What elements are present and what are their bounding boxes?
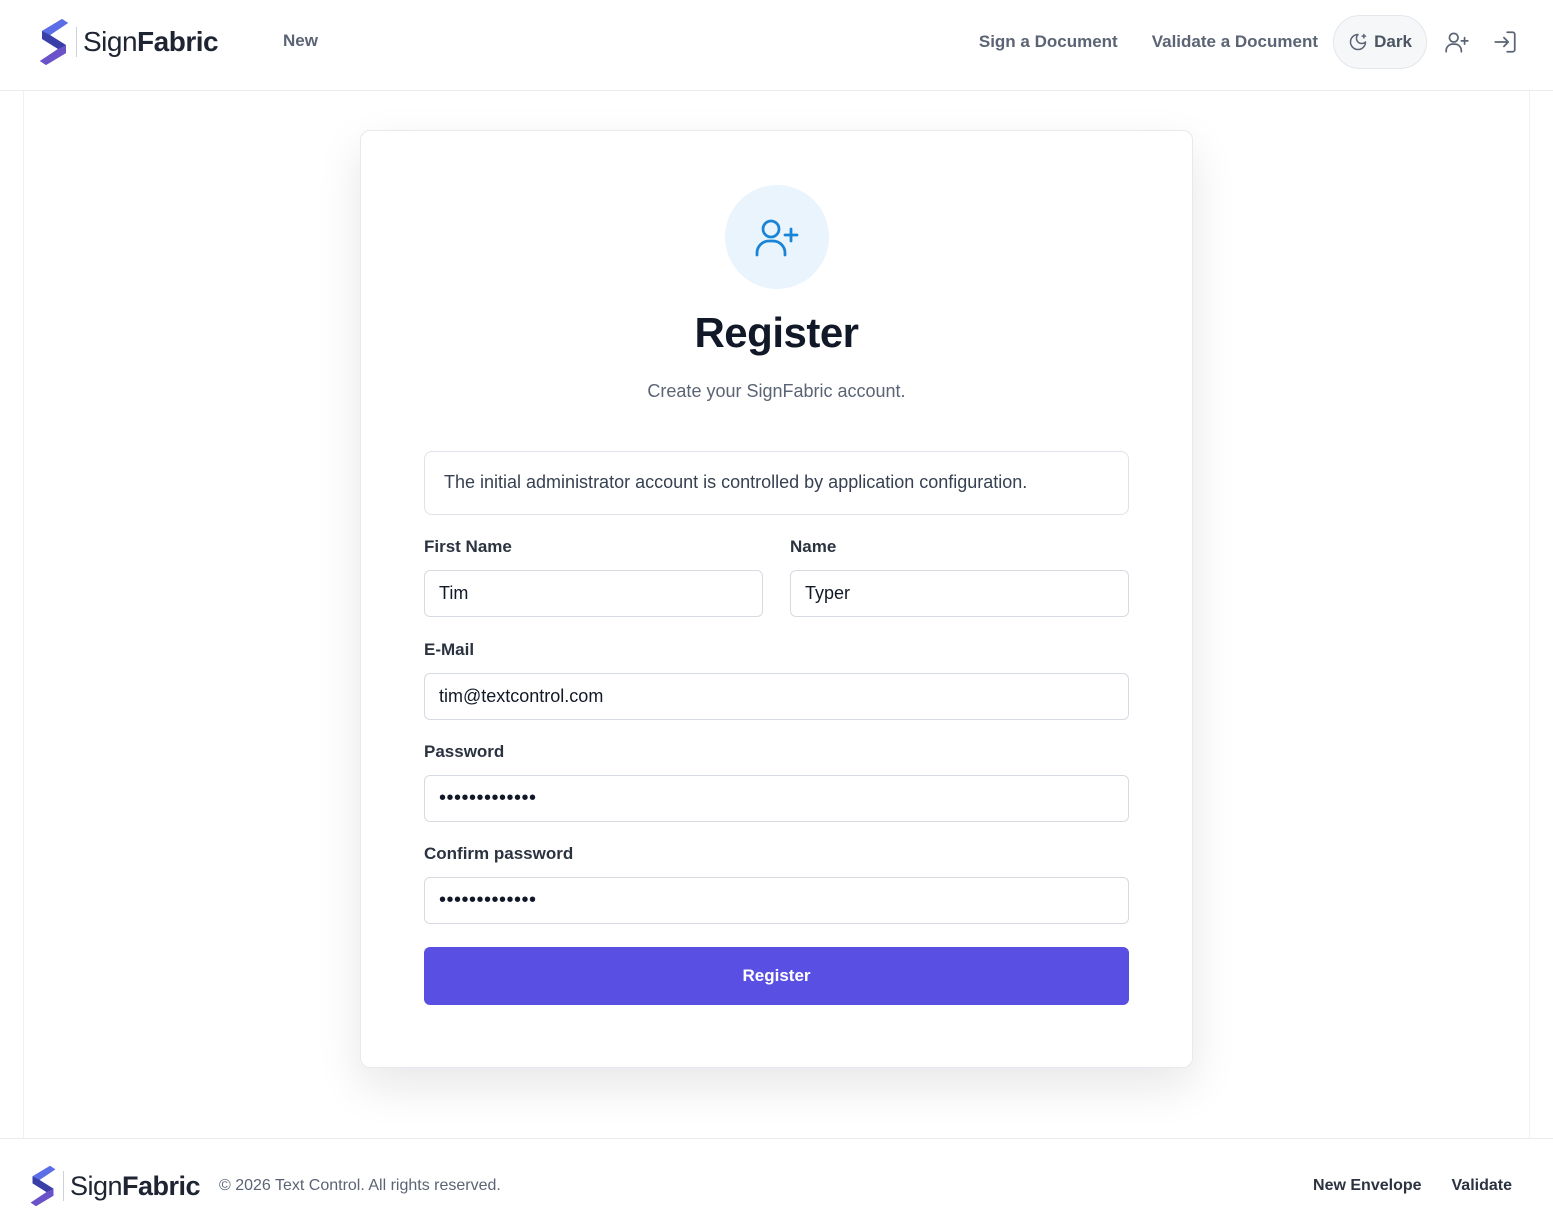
register-nav-button[interactable] [1443, 28, 1471, 56]
footer: SignFabric © 2026 Text Control. All righ… [0, 1138, 1553, 1223]
dark-mode-toggle[interactable]: Dark [1333, 15, 1427, 69]
nav-validate-document-link[interactable]: Validate a Document [1152, 32, 1318, 52]
first-name-input[interactable]: Tim [424, 570, 763, 617]
admin-notice: The initial administrator account is con… [424, 451, 1129, 515]
confirm-password-label: Confirm password [424, 844, 574, 863]
register-submit-button[interactable]: Register [424, 947, 1129, 1005]
moon-stars-icon [1349, 33, 1367, 51]
brand-divider [63, 1171, 64, 1201]
nav-new-link[interactable]: New [283, 31, 318, 51]
nav-right: Sign a Document Validate a Document Dark [979, 15, 1519, 69]
signfabric-logo-mark-icon [30, 1165, 56, 1207]
register-avatar [725, 185, 829, 289]
brand-divider [76, 27, 77, 57]
footer-validate-link[interactable]: Validate [1452, 1177, 1512, 1195]
copyright-text: © 2026 Text Control. All rights reserved… [219, 1177, 501, 1194]
footer-brand-logo[interactable]: SignFabric [29, 1163, 201, 1209]
login-nav-button[interactable] [1491, 28, 1519, 56]
dark-mode-label: Dark [1374, 32, 1412, 51]
last-name-input[interactable]: Typer [790, 570, 1129, 617]
nav-sign-document-link[interactable]: Sign a Document [979, 32, 1118, 52]
email-label: E-Mail [424, 640, 475, 659]
signfabric-logo-mark-icon [40, 19, 68, 65]
footer-links: New Envelope Validate [1313, 1177, 1512, 1195]
brand-logo[interactable]: SignFabric [38, 17, 219, 67]
page-title: Register [694, 309, 859, 356]
email-input[interactable]: tim@textcontrol.com [424, 673, 1129, 720]
register-card: Register Create your SignFabric account.… [360, 130, 1193, 1068]
page-subtitle: Create your SignFabric account. [647, 381, 906, 401]
footer-new-envelope-link[interactable]: New Envelope [1313, 1177, 1421, 1195]
first-name-label: First Name [424, 537, 512, 556]
brand-wordmark: SignFabric [70, 1170, 201, 1201]
password-label: Password [424, 742, 505, 761]
user-plus-icon [1445, 32, 1469, 53]
name-label: Name [790, 537, 837, 556]
sign-in-icon [1494, 31, 1516, 53]
top-navbar: SignFabric New Sign a Document Validate … [0, 0, 1553, 91]
confirm-password-input[interactable]: ••••••••••••• [424, 877, 1129, 924]
password-input[interactable]: ••••••••••••• [424, 775, 1129, 822]
brand-wordmark: SignFabric [83, 26, 219, 57]
user-plus-icon [755, 219, 799, 257]
